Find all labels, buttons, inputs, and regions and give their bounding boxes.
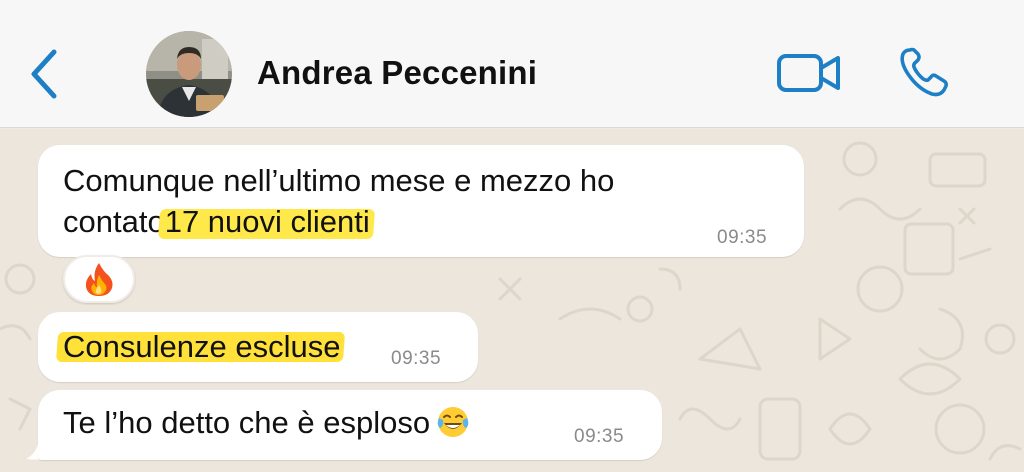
message-text: Comunque nell’ultimo mese e mezzo ho (63, 163, 615, 198)
chat-header: Andrea Peccenini (0, 0, 1024, 128)
message-timestamp: 09:35 (391, 348, 442, 369)
chevron-left-icon (31, 49, 57, 99)
reaction-badge[interactable] (63, 255, 135, 303)
chat-area[interactable]: Comunque nell’ultimo mese e mezzo ho con… (0, 129, 1024, 472)
phone-icon (900, 47, 949, 97)
avatar[interactable] (146, 31, 232, 117)
video-call-button[interactable] (776, 50, 842, 96)
message-bubble[interactable]: Consulenze escluse (38, 312, 478, 382)
message-timestamp: 09:35 (717, 227, 768, 248)
back-button[interactable] (22, 46, 66, 102)
message-text-prefix: contato (63, 204, 165, 239)
message-bubble[interactable]: Te l’ho detto che è esploso (38, 390, 662, 460)
message-text-body: Te l’ho detto che è esploso (63, 405, 431, 440)
message-bubble[interactable]: Comunque nell’ultimo mese e mezzo ho con… (38, 145, 804, 257)
voice-call-button[interactable] (896, 44, 952, 100)
message-text: contato 17 nuovi clienti (63, 203, 370, 241)
message-timestamp: 09:35 (574, 426, 625, 447)
video-camera-icon (777, 54, 840, 92)
highlighted-text: 17 nuovi clienti (164, 204, 370, 239)
fire-emoji-icon (85, 263, 113, 296)
message-text: Te l’ho detto che è esploso (63, 404, 470, 442)
tears-of-joy-emoji-icon (437, 407, 469, 437)
message-text: Consulenze escluse (63, 328, 340, 366)
highlighted-text: Consulenze escluse (63, 329, 341, 364)
contact-name[interactable]: Andrea Peccenini (257, 54, 537, 92)
